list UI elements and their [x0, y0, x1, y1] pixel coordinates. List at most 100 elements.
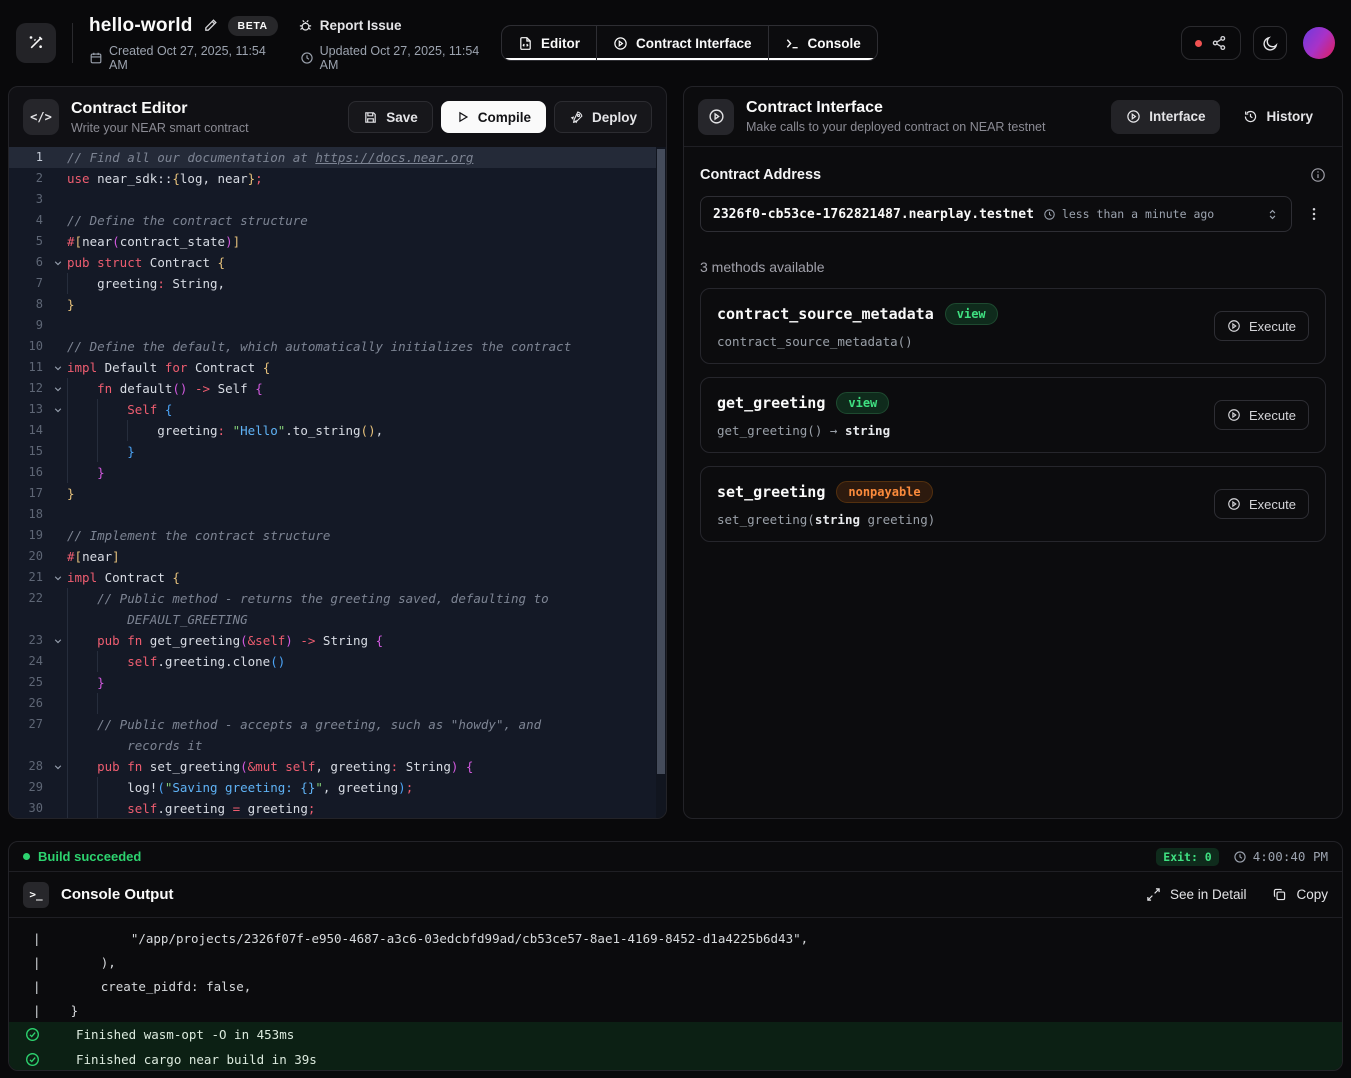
code-line[interactable]: 2use near_sdk::{log, near}; — [9, 168, 656, 189]
execute-button[interactable]: Execute — [1214, 311, 1309, 341]
code-line[interactable]: 3 — [9, 189, 656, 210]
indent-guide — [67, 756, 68, 777]
code-line[interactable]: 23 pub fn get_greeting(&self) -> String … — [9, 630, 656, 651]
play-circle-icon — [1227, 319, 1241, 333]
fold-gutter — [49, 714, 67, 735]
execute-button[interactable]: Execute — [1214, 489, 1309, 519]
code-line[interactable]: 27 // Public method - accepts a greeting… — [9, 714, 656, 735]
method-name: contract_source_metadata — [717, 305, 934, 323]
code-line[interactable]: 7 greeting: String, — [9, 273, 656, 294]
contract-address-label: Contract Address — [700, 167, 821, 183]
code-line[interactable]: 15 } — [9, 441, 656, 462]
code-line[interactable]: 16 } — [9, 462, 656, 483]
fold-gutter — [49, 693, 67, 714]
code-line[interactable]: 22 // Public method - returns the greeti… — [9, 588, 656, 609]
info-icon — [1310, 167, 1326, 183]
fold-toggle-icon[interactable] — [49, 357, 67, 378]
code-line[interactable]: 13 Self { — [9, 399, 656, 420]
line-number: 18 — [9, 504, 49, 525]
build-status: Build succeeded — [23, 849, 141, 864]
tab-contract-interface[interactable]: Contract Interface — [597, 26, 769, 60]
report-issue-button[interactable]: Report Issue — [298, 18, 402, 33]
code-line[interactable]: 8} — [9, 294, 656, 315]
history-tab-button[interactable]: History — [1228, 101, 1328, 133]
code-line[interactable]: 9 — [9, 315, 656, 336]
fold-toggle-icon[interactable] — [49, 756, 67, 777]
console-line: | "/app/projects/2326f07f-e950-4687-a3c6… — [9, 926, 1342, 950]
code-line[interactable]: 12 fn default() -> Self { — [9, 378, 656, 399]
tab-editor[interactable]: Editor — [502, 26, 597, 60]
line-number: 12 — [9, 378, 49, 399]
line-number: 28 — [9, 756, 49, 777]
info-button[interactable] — [1310, 167, 1326, 183]
method-name: get_greeting — [717, 394, 825, 412]
code-line[interactable]: 29 log!("Saving greeting: {}", greeting)… — [9, 777, 656, 798]
tab-console[interactable]: Console — [769, 26, 877, 60]
status-dot — [1195, 40, 1202, 47]
address-menu-button[interactable] — [1302, 206, 1326, 222]
interface-tab-button[interactable]: Interface — [1111, 100, 1220, 134]
code-line[interactable]: 21impl Contract { — [9, 567, 656, 588]
code-line[interactable]: 28 pub fn set_greeting(&mut self, greeti… — [9, 756, 656, 777]
copy-icon — [1272, 887, 1287, 902]
code-line[interactable]: 6pub struct Contract { — [9, 252, 656, 273]
fold-toggle-icon[interactable] — [49, 399, 67, 420]
fold-toggle-icon[interactable] — [49, 630, 67, 651]
code-line[interactable]: 18 — [9, 504, 656, 525]
code-line[interactable]: 30 self.greeting = greeting; — [9, 798, 656, 818]
check-circle-icon — [25, 1027, 40, 1042]
code-line[interactable]: 4// Define the contract structure — [9, 210, 656, 231]
deploy-button[interactable]: Deploy — [554, 101, 652, 133]
app-logo-button[interactable] — [16, 23, 56, 63]
code-line[interactable]: DEFAULT_GREETING — [9, 609, 656, 630]
interface-panel-header: Contract Interface Make calls to your de… — [684, 87, 1342, 147]
fold-gutter — [49, 609, 67, 630]
compile-button[interactable]: Compile — [441, 101, 546, 133]
code-line[interactable]: 26 — [9, 693, 656, 714]
user-avatar[interactable] — [1303, 27, 1335, 59]
fold-gutter — [49, 735, 67, 756]
contract-address-select[interactable]: 2326f0-cb53ce-1762821487.nearplay.testne… — [700, 196, 1292, 232]
console-log: | "/app/projects/2326f07f-e950-4687-a3c6… — [9, 918, 1342, 1070]
play-circle-icon — [1227, 408, 1241, 422]
file-code-icon — [518, 36, 533, 51]
share-button[interactable] — [1181, 26, 1241, 60]
fold-toggle-icon[interactable] — [49, 567, 67, 588]
editor-panel-title: Contract Editor — [71, 100, 249, 118]
code-line[interactable]: 10// Define the default, which automatic… — [9, 336, 656, 357]
kebab-icon — [1306, 206, 1322, 222]
editor-scrollbar-thumb[interactable] — [657, 149, 665, 774]
save-button[interactable]: Save — [348, 101, 433, 133]
code-editor[interactable]: 1// Find all our documentation at https:… — [9, 147, 666, 818]
copy-button[interactable]: Copy — [1272, 887, 1328, 902]
fold-toggle-icon[interactable] — [49, 252, 67, 273]
code-line[interactable]: records it — [9, 735, 656, 756]
pencil-icon — [203, 18, 218, 33]
code-brackets-icon: </> — [23, 99, 59, 135]
code-line[interactable]: 25 } — [9, 672, 656, 693]
line-number: 25 — [9, 672, 49, 693]
line-number: 1 — [9, 147, 49, 168]
theme-toggle-button[interactable] — [1253, 26, 1287, 60]
code-line[interactable]: 20#[near] — [9, 546, 656, 567]
editor-scrollbar[interactable] — [656, 147, 666, 818]
fold-gutter — [49, 525, 67, 546]
fold-gutter — [49, 462, 67, 483]
line-number: 22 — [9, 588, 49, 609]
indent-guide — [97, 651, 98, 672]
code-line[interactable]: 24 self.greeting.clone() — [9, 651, 656, 672]
indent-guide — [67, 588, 68, 609]
code-line[interactable]: 5#[near(contract_state)] — [9, 231, 656, 252]
execute-button[interactable]: Execute — [1214, 400, 1309, 430]
code-line[interactable]: 14 greeting: "Hello".to_string(), — [9, 420, 656, 441]
code-line[interactable]: 19// Implement the contract structure — [9, 525, 656, 546]
method-signature: contract_source_metadata() — [717, 334, 998, 349]
indent-guide — [67, 693, 68, 714]
fold-toggle-icon[interactable] — [49, 378, 67, 399]
magic-wand-icon — [27, 34, 45, 52]
code-line[interactable]: 1// Find all our documentation at https:… — [9, 147, 656, 168]
code-line[interactable]: 11impl Default for Contract { — [9, 357, 656, 378]
code-line[interactable]: 17} — [9, 483, 656, 504]
edit-title-button[interactable] — [203, 18, 218, 33]
see-in-detail-button[interactable]: See in Detail — [1146, 887, 1247, 902]
